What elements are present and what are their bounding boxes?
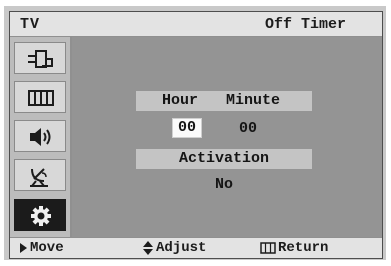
osd-menu-panel: TV Off Timer Hour Minute 00 00 Activatio… bbox=[9, 11, 383, 259]
menu-icon bbox=[260, 242, 276, 254]
sidebar-item-channel[interactable] bbox=[14, 159, 66, 191]
source-label: TV bbox=[20, 16, 41, 33]
speaker-icon bbox=[30, 128, 51, 146]
sidebar-item-setup[interactable] bbox=[14, 199, 66, 231]
menu-title: Off Timer bbox=[264, 16, 346, 33]
move-label: Move bbox=[30, 240, 64, 256]
input-plug-icon bbox=[28, 50, 53, 68]
activation-header: Activation bbox=[136, 149, 312, 169]
antenna-icon bbox=[30, 168, 48, 187]
minute-field[interactable]: 00 bbox=[239, 120, 257, 137]
footer-return: Return bbox=[260, 240, 328, 256]
sidebar-item-sound[interactable] bbox=[14, 120, 66, 152]
sidebar-item-picture[interactable] bbox=[14, 81, 66, 113]
return-label: Return bbox=[278, 240, 329, 256]
play-right-icon bbox=[20, 243, 27, 253]
activation-value[interactable]: No bbox=[136, 176, 312, 193]
footer-move: Move bbox=[18, 240, 64, 256]
adjust-label: Adjust bbox=[156, 240, 207, 256]
hour-header: Hour bbox=[162, 92, 199, 109]
sidebar-item-input[interactable] bbox=[14, 42, 66, 74]
minute-header: Minute bbox=[226, 92, 281, 109]
timer-content: Hour Minute 00 00 Activation No bbox=[72, 37, 382, 237]
hour-field[interactable]: 00 bbox=[172, 118, 202, 138]
footer-bar: Move Adjust Return bbox=[10, 238, 382, 258]
picture-icon bbox=[28, 90, 54, 106]
gear-icon bbox=[31, 206, 51, 226]
up-down-arrows-icon bbox=[143, 241, 153, 255]
time-header-row: Hour Minute bbox=[136, 91, 312, 111]
footer-adjust: Adjust bbox=[142, 240, 206, 256]
menu-sidebar bbox=[10, 37, 70, 237]
title-bar: TV Off Timer bbox=[10, 12, 382, 36]
